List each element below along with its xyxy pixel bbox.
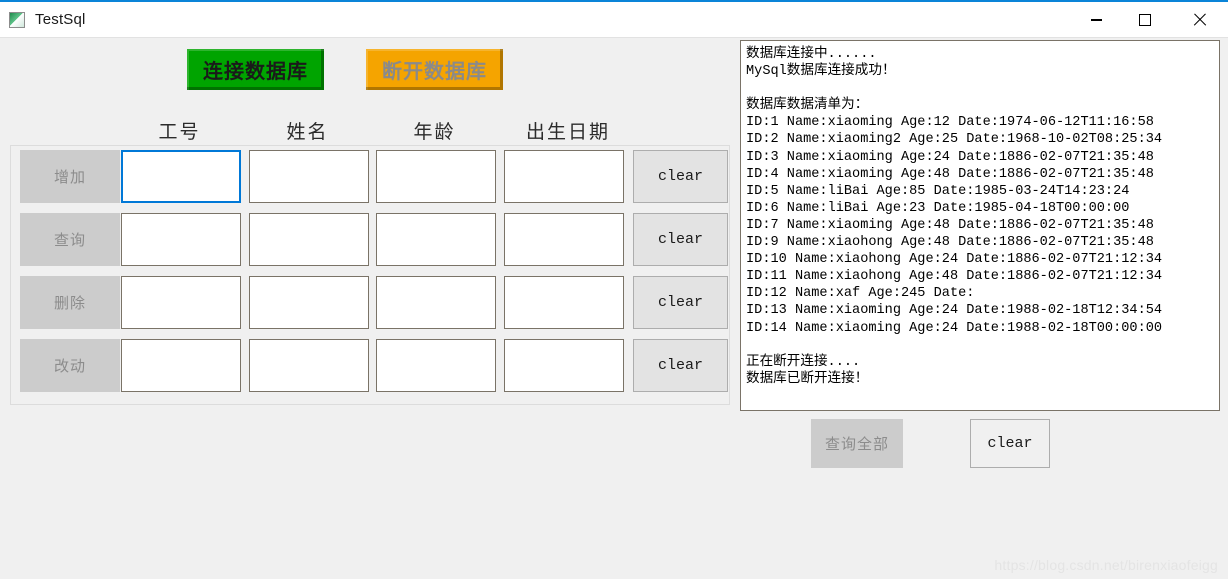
field-row4-col4[interactable] [504, 339, 624, 392]
field-row1-col1[interactable] [121, 150, 241, 203]
row-clear-button-3[interactable]: clear [633, 276, 728, 329]
field-row4-col1[interactable] [121, 339, 241, 392]
field-row2-col3[interactable] [376, 213, 496, 266]
title-bar: TestSql [0, 2, 1228, 38]
query-all-button[interactable]: 查询全部 [811, 419, 903, 468]
field-row3-col1[interactable] [121, 276, 241, 329]
field-row2-col4[interactable] [504, 213, 624, 266]
window-title: TestSql [35, 11, 86, 28]
row-action-button-1[interactable]: 增加 [20, 150, 120, 203]
app-window: TestSql 连接数据库 断开数据库 工号 姓名 年龄 出生日期 增加 clear 查询… [0, 0, 1228, 579]
form-row: 删除 clear [11, 276, 731, 331]
log-text: 数据库连接中...... MySql数据库连接成功！ 数据库数据清单为： ID:… [746, 47, 1163, 387]
form-row: 查询 clear [11, 213, 731, 268]
maximize-button[interactable] [1120, 2, 1170, 37]
column-header-1: 工号 [158, 122, 201, 143]
disconnect-database-button[interactable]: 断开数据库 [366, 49, 503, 90]
row-clear-button-4[interactable]: clear [633, 339, 728, 392]
row-action-button-2[interactable]: 查询 [20, 213, 120, 266]
close-button[interactable] [1170, 2, 1228, 37]
connect-database-button[interactable]: 连接数据库 [187, 49, 324, 90]
row-clear-button-2[interactable]: clear [633, 213, 728, 266]
log-output-panel[interactable]: 数据库连接中...... MySql数据库连接成功！ 数据库数据清单为： ID:… [740, 40, 1220, 411]
minimize-icon [1090, 18, 1102, 21]
field-row3-col3[interactable] [376, 276, 496, 329]
form-row: 增加 clear [11, 150, 731, 205]
field-row2-col1[interactable] [121, 213, 241, 266]
row-action-button-3[interactable]: 删除 [20, 276, 120, 329]
window-controls [1072, 2, 1228, 37]
app-icon [9, 11, 25, 28]
row-action-button-4[interactable]: 改动 [20, 339, 120, 392]
field-row4-col3[interactable] [376, 339, 496, 392]
column-header-4: 出生日期 [525, 122, 610, 143]
close-icon [1192, 13, 1206, 27]
record-form-panel: 增加 clear 查询 clear 删除 clear 改动 clear [10, 145, 730, 405]
minimize-button[interactable] [1072, 2, 1120, 37]
watermark: https://blog.csdn.net/birenxiaofeigg [994, 557, 1218, 573]
maximize-icon [1139, 13, 1151, 26]
column-header-3: 年龄 [413, 122, 456, 143]
field-row2-col2[interactable] [249, 213, 369, 266]
field-row1-col2[interactable] [249, 150, 369, 203]
field-row1-col4[interactable] [504, 150, 624, 203]
row-clear-button-1[interactable]: clear [633, 150, 728, 203]
content-area: 连接数据库 断开数据库 工号 姓名 年龄 出生日期 增加 clear 查询 clear 删除 c… [0, 38, 1228, 579]
field-row4-col2[interactable] [249, 339, 369, 392]
field-row3-col4[interactable] [504, 276, 624, 329]
clear-log-button[interactable]: clear [970, 419, 1050, 468]
column-header-2: 姓名 [286, 122, 329, 143]
form-row: 改动 clear [11, 339, 731, 394]
field-row3-col2[interactable] [249, 276, 369, 329]
field-row1-col3[interactable] [376, 150, 496, 203]
